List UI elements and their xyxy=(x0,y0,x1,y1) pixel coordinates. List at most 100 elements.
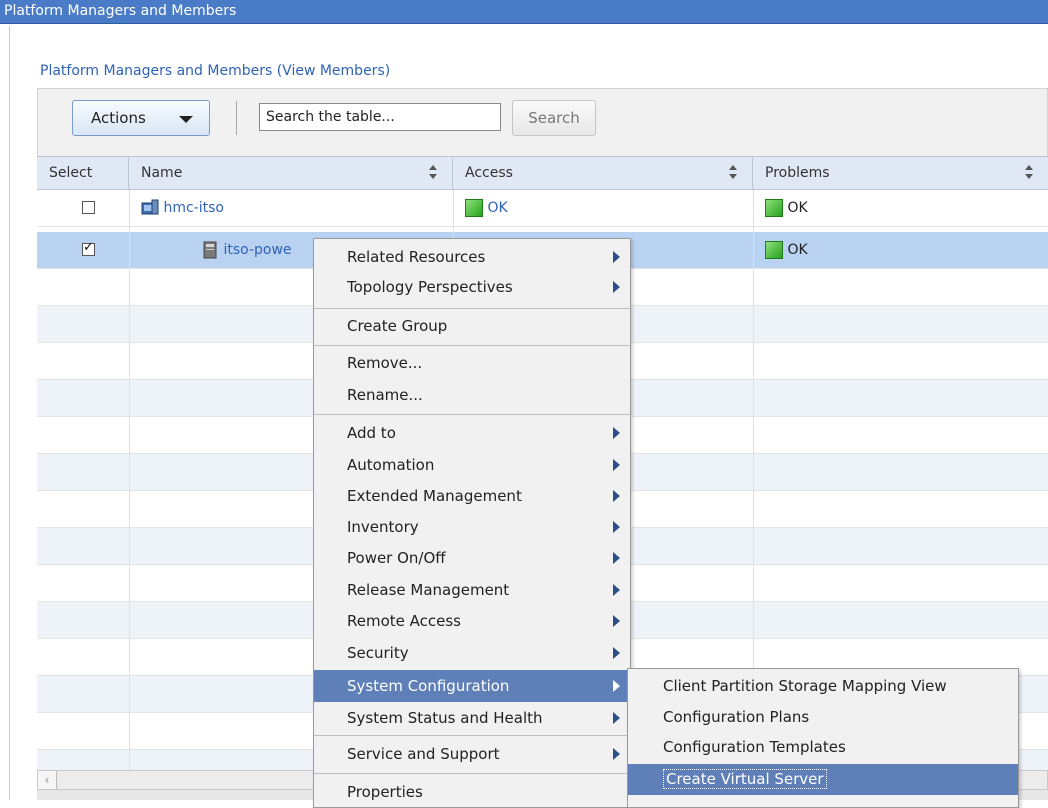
submenu-arrow-icon xyxy=(613,712,620,724)
name-cell: hmc-itso xyxy=(141,190,224,226)
hmc-icon xyxy=(141,199,159,215)
problems-status: OK xyxy=(787,200,808,216)
search-button[interactable]: Search xyxy=(512,100,596,136)
scroll-left-icon[interactable]: ‹ xyxy=(38,771,57,789)
menu-item-label: Power On/Off xyxy=(347,549,446,567)
menu-item-label: Inventory xyxy=(347,518,419,536)
toolbar-divider xyxy=(236,101,237,135)
submenu-arrow-icon xyxy=(613,748,620,760)
context-menu: Related Resources Topology Perspectives … xyxy=(313,238,631,808)
submenu-item-label: Create Virtual Server xyxy=(663,769,827,789)
submenu-arrow-icon xyxy=(613,251,620,263)
sort-icon[interactable] xyxy=(1024,165,1034,179)
sort-icon[interactable] xyxy=(428,165,438,179)
menu-item-topology-perspectives[interactable]: Topology Perspectives xyxy=(314,271,630,303)
menu-item-add-to[interactable]: Add to xyxy=(314,417,630,449)
panel-border xyxy=(9,26,10,800)
panel-title: Platform Managers and Members (View Memb… xyxy=(40,63,391,79)
submenu-arrow-icon xyxy=(613,680,620,692)
menu-item-security[interactable]: Security xyxy=(314,637,630,669)
menu-item-label: Extended Management xyxy=(347,487,522,505)
table-header: Select Name Access Problems xyxy=(37,156,1048,190)
menu-item-create-group[interactable]: Create Group xyxy=(314,310,630,342)
search-input[interactable] xyxy=(259,103,501,131)
ok-status-icon xyxy=(465,199,483,217)
sort-icon[interactable] xyxy=(728,165,738,179)
system-configuration-submenu: Client Partition Storage Mapping View Co… xyxy=(627,668,1019,808)
submenu-item-client-partition-storage-mapping-view[interactable]: Client Partition Storage Mapping View xyxy=(628,671,1018,702)
menu-item-label: Create Group xyxy=(347,317,448,335)
problems-cell: OK xyxy=(765,190,808,226)
row-checkbox[interactable] xyxy=(82,201,95,214)
menu-item-label: Related Resources xyxy=(347,248,486,266)
submenu-item-label: Configuration Templates xyxy=(663,738,846,756)
menu-item-system-configuration[interactable]: System Configuration xyxy=(314,670,630,702)
column-header-select[interactable]: Select xyxy=(37,157,129,189)
menu-item-label: Remove... xyxy=(347,354,423,372)
menu-item-inventory[interactable]: Inventory xyxy=(314,511,630,543)
submenu-item-label: Configuration Plans xyxy=(663,708,810,726)
menu-item-remove[interactable]: Remove... xyxy=(314,347,630,379)
menu-separator xyxy=(314,414,630,415)
submenu-arrow-icon xyxy=(613,521,620,533)
submenu-arrow-icon xyxy=(613,615,620,627)
menu-item-label: Service and Support xyxy=(347,745,500,763)
menu-item-power-on-off[interactable]: Power On/Off xyxy=(314,542,630,574)
menu-item-label: Automation xyxy=(347,456,435,474)
menu-item-extended-management[interactable]: Extended Management xyxy=(314,480,630,512)
menu-item-label: Release Management xyxy=(347,581,510,599)
menu-item-service-and-support[interactable]: Service and Support xyxy=(314,738,630,770)
menu-item-label: Security xyxy=(347,644,409,662)
menu-separator xyxy=(314,345,630,346)
column-header-name[interactable]: Name xyxy=(129,157,453,189)
submenu-arrow-icon xyxy=(613,647,620,659)
name-cell: itso-powe xyxy=(201,232,292,268)
submenu-arrow-icon xyxy=(613,427,620,439)
column-header-access-label: Access xyxy=(465,165,513,181)
menu-item-properties[interactable]: Properties xyxy=(314,776,630,808)
menu-item-related-resources[interactable]: Related Resources xyxy=(314,241,630,273)
window-title: Platform Managers and Members xyxy=(4,3,237,19)
column-header-name-label: Name xyxy=(141,165,183,181)
submenu-item-create-virtual-server[interactable]: Create Virtual Server xyxy=(628,764,1018,795)
row-checkbox[interactable] xyxy=(82,240,95,256)
actions-label: Actions xyxy=(91,109,146,127)
submenu-arrow-icon xyxy=(613,552,620,564)
window-title-bar: Platform Managers and Members xyxy=(0,0,1048,24)
access-cell: OK xyxy=(465,190,508,226)
column-divider xyxy=(129,190,130,770)
menu-item-label: System Configuration xyxy=(347,677,510,695)
column-header-access[interactable]: Access xyxy=(453,157,753,189)
menu-item-release-management[interactable]: Release Management xyxy=(314,574,630,606)
submenu-arrow-icon xyxy=(613,459,620,471)
menu-item-label: Remote Access xyxy=(347,612,461,630)
menu-item-automation[interactable]: Automation xyxy=(314,449,630,481)
problems-cell: OK xyxy=(765,232,808,268)
server-icon xyxy=(203,241,217,259)
column-header-problems-label: Problems xyxy=(765,165,830,181)
submenu-item-configuration-plans[interactable]: Configuration Plans xyxy=(628,702,1018,733)
menu-separator xyxy=(314,308,630,309)
menu-item-label: Add to xyxy=(347,424,396,442)
table-row[interactable]: hmc-itso OK OK xyxy=(37,190,1048,227)
menu-item-label: Properties xyxy=(347,783,423,801)
access-status[interactable]: OK xyxy=(487,200,507,216)
menu-item-rename[interactable]: Rename... xyxy=(314,379,630,411)
table-toolbar: Actions Search xyxy=(37,88,1048,156)
ok-status-icon xyxy=(765,241,783,259)
menu-item-remote-access[interactable]: Remote Access xyxy=(314,605,630,637)
menu-item-label: Rename... xyxy=(347,386,423,404)
row-name-link[interactable]: hmc-itso xyxy=(163,200,224,216)
submenu-item-configuration-templates[interactable]: Configuration Templates xyxy=(628,732,1018,763)
row-name-link[interactable]: itso-powe xyxy=(223,242,291,258)
menu-item-system-status-and-health[interactable]: System Status and Health xyxy=(314,702,630,734)
problems-status: OK xyxy=(787,242,808,258)
actions-button[interactable]: Actions xyxy=(72,100,210,136)
menu-item-label: System Status and Health xyxy=(347,709,543,727)
menu-item-label: Topology Perspectives xyxy=(347,278,513,296)
menu-separator xyxy=(314,773,630,774)
submenu-item-label: Client Partition Storage Mapping View xyxy=(663,677,947,695)
ok-status-icon xyxy=(765,199,783,217)
column-header-problems[interactable]: Problems xyxy=(753,157,1048,189)
menu-separator xyxy=(314,735,630,736)
